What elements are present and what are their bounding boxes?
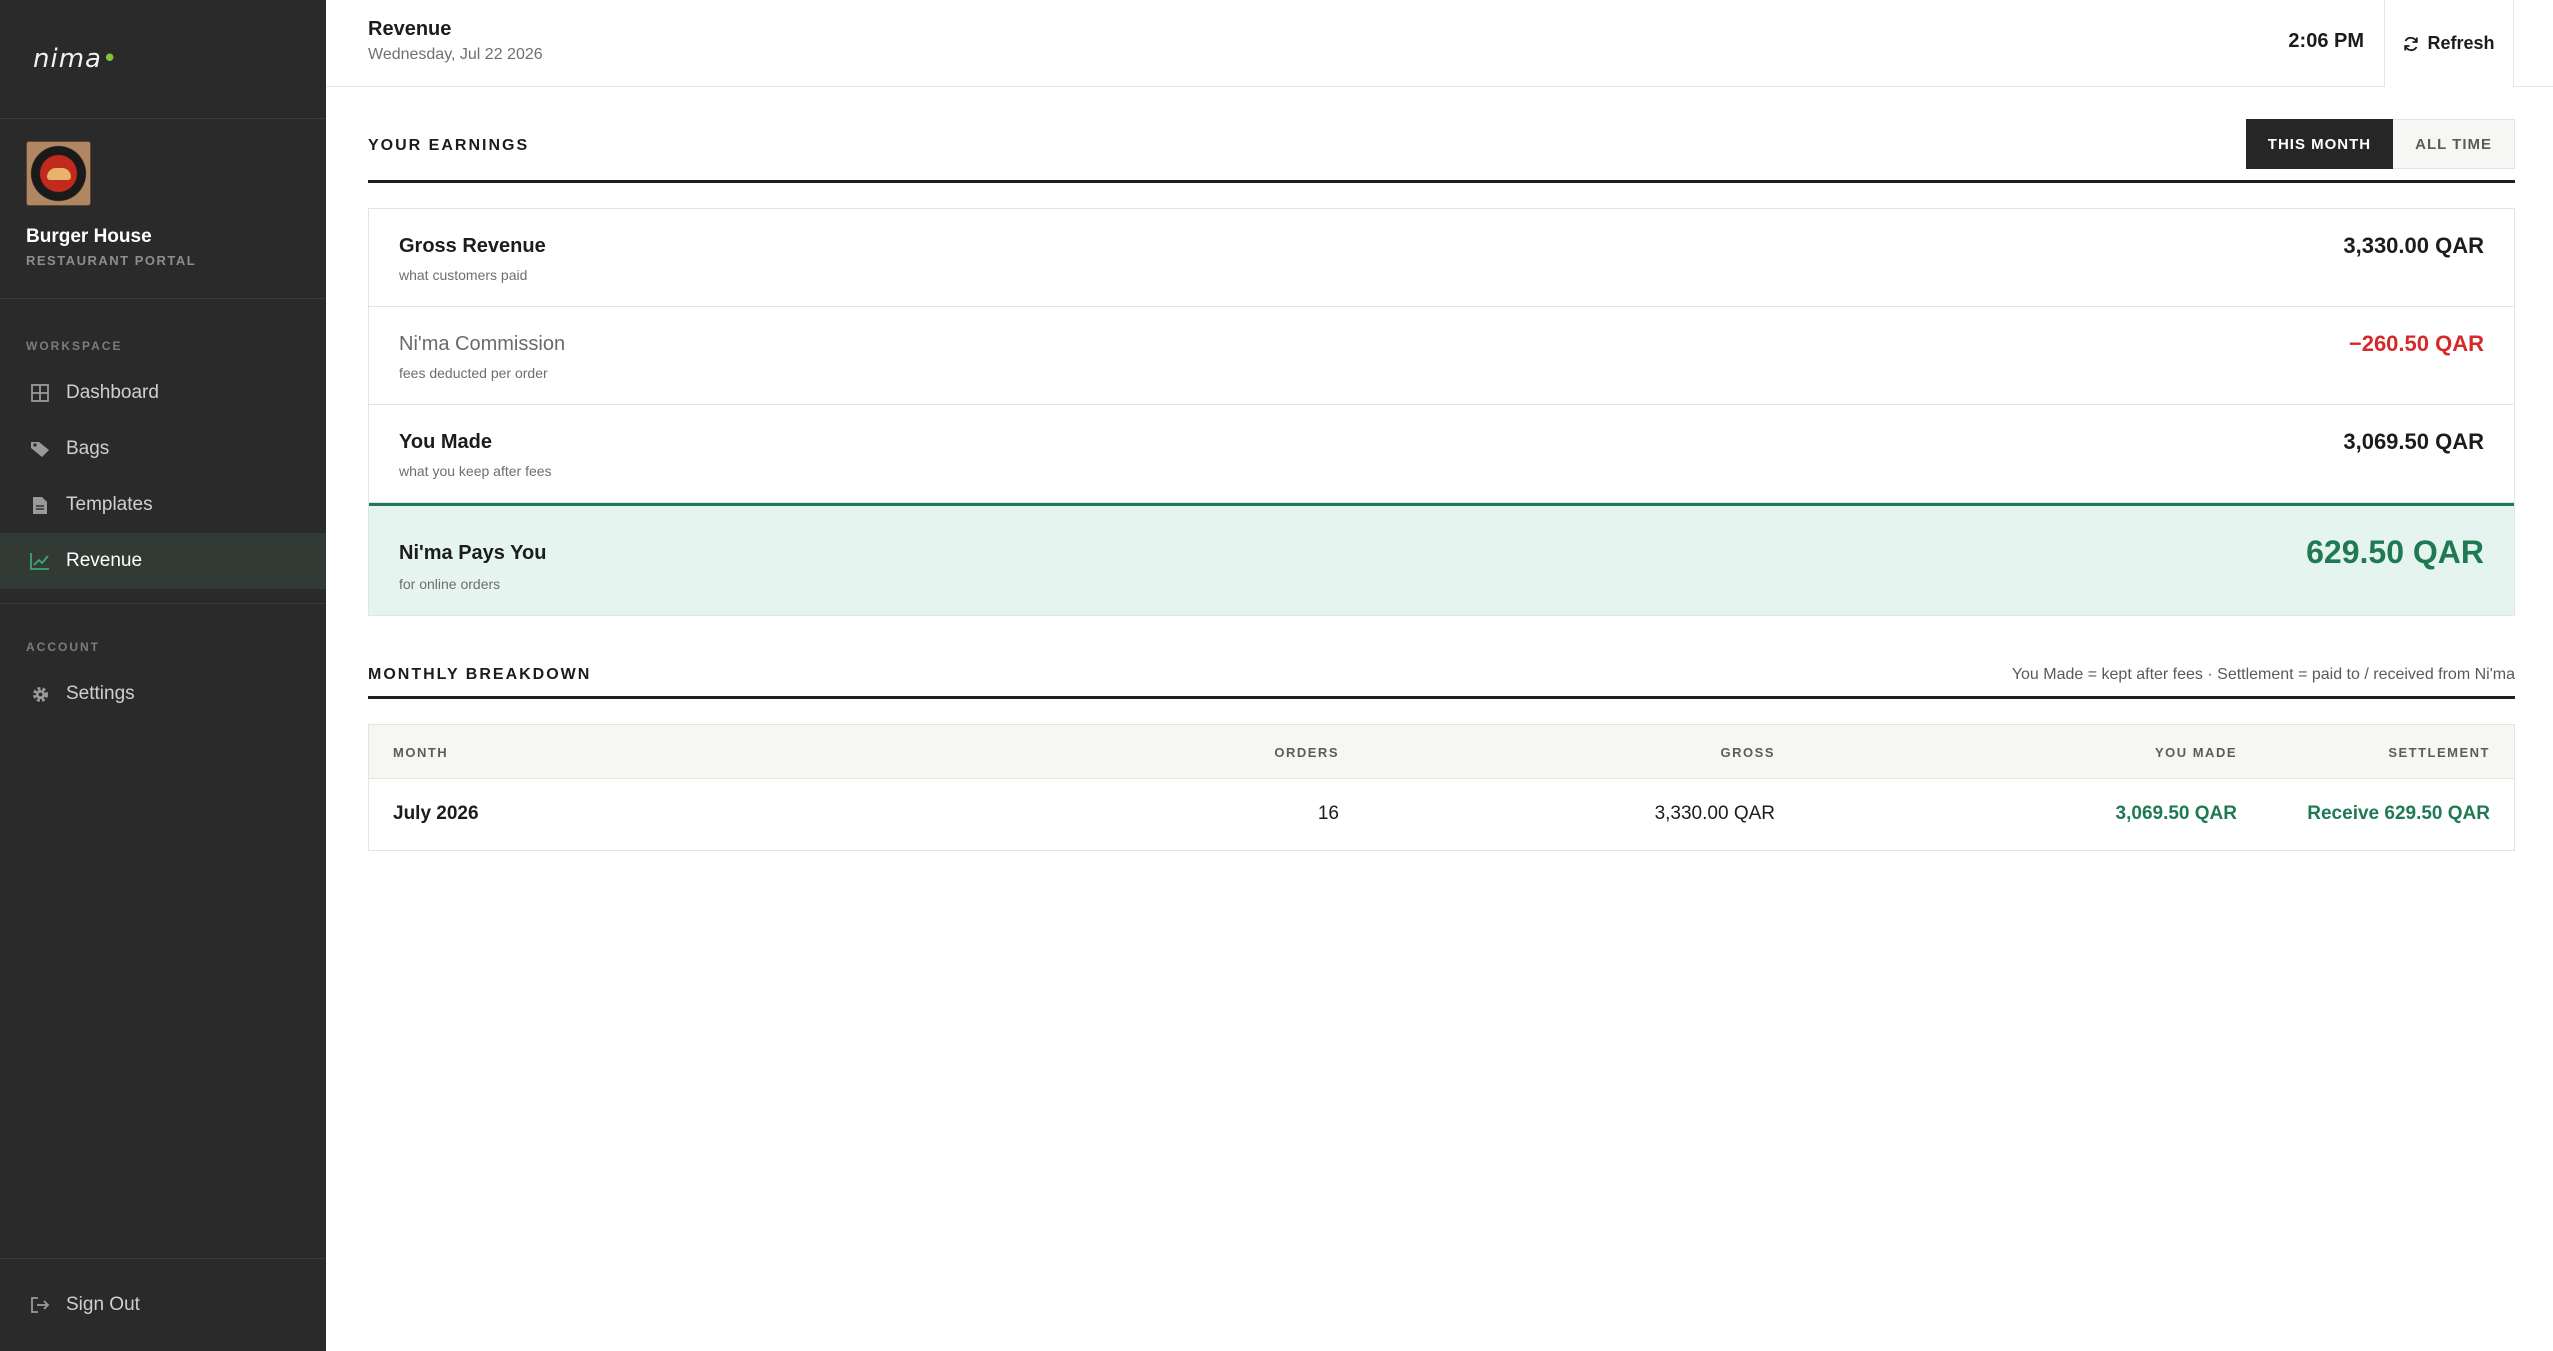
earnings-title: YOUR EARNINGS xyxy=(368,137,530,154)
cell-month: July 2026 xyxy=(393,803,479,824)
cell-you-made: 3,069.50 QAR xyxy=(2115,803,2237,824)
sign-out-button[interactable]: Sign Out xyxy=(0,1277,140,1333)
row-sublabel: what customers paid xyxy=(399,267,528,283)
sidebar-item-bags[interactable]: Bags xyxy=(0,421,326,477)
page-date: Wednesday, Jul 22 2026 xyxy=(368,46,543,63)
brand-logo[interactable]: nima• xyxy=(33,44,118,74)
column-header-orders: ORDERS xyxy=(1274,745,1339,760)
avatar xyxy=(26,141,91,206)
sign-out-label: Sign Out xyxy=(66,1294,140,1315)
cell-orders: 16 xyxy=(1317,803,1339,824)
document-icon xyxy=(30,495,50,515)
table-row: July 2026 16 3,330.00 QAR 3,069.50 QAR R… xyxy=(369,779,2514,850)
sidebar-item-label: Templates xyxy=(66,494,153,515)
page-title: Revenue xyxy=(368,18,452,40)
gross-revenue-row: Gross Revenue what customers paid 3,330.… xyxy=(369,209,2514,307)
sidebar: nima• Burger House RESTAURANT PORTAL WOR… xyxy=(0,0,326,1351)
earnings-card: Gross Revenue what customers paid 3,330.… xyxy=(368,208,2515,616)
workspace-section-label: WORKSPACE xyxy=(26,339,123,353)
sidebar-item-dashboard[interactable]: Dashboard xyxy=(0,365,326,421)
period-toggle: THIS MONTH ALL TIME xyxy=(2245,119,2515,169)
breakdown-header: MONTHLY BREAKDOWN You Made = kept after … xyxy=(368,616,2515,699)
logo-area: nima• xyxy=(0,0,326,119)
restaurant-name: Burger House xyxy=(26,226,152,247)
row-label: Ni'ma Pays You xyxy=(399,542,547,564)
refresh-button[interactable]: Refresh xyxy=(2384,0,2514,87)
row-sublabel: what you keep after fees xyxy=(399,463,552,479)
top-header: Revenue Wednesday, Jul 22 2026 2:06 PM R… xyxy=(326,0,2553,87)
sidebar-item-label: Revenue xyxy=(66,550,143,571)
this-month-tab[interactable]: THIS MONTH xyxy=(2245,119,2394,169)
sidebar-item-revenue[interactable]: Revenue xyxy=(0,533,326,589)
payout-row: Ni'ma Pays You for online orders 629.50 … xyxy=(369,503,2514,615)
cell-settlement: Receive 629.50 QAR xyxy=(2307,803,2490,824)
refresh-label: Refresh xyxy=(2427,33,2495,53)
sidebar-item-settings[interactable]: Settings xyxy=(0,666,326,722)
breakdown-title: MONTHLY BREAKDOWN xyxy=(368,666,592,683)
account-section-label: ACCOUNT xyxy=(26,640,100,654)
chart-icon xyxy=(30,551,50,571)
row-label: You Made xyxy=(399,431,492,453)
all-time-tab[interactable]: ALL TIME xyxy=(2393,119,2515,169)
current-time: 2:06 PM xyxy=(2288,30,2364,52)
commission-value: −260.50 QAR xyxy=(2348,331,2484,356)
row-label: Ni'ma Commission xyxy=(399,333,566,355)
sign-out-icon xyxy=(30,1295,50,1315)
nav-divider xyxy=(0,603,326,604)
restaurant-profile: Burger House RESTAURANT PORTAL xyxy=(0,119,326,299)
payout-value: 629.50 QAR xyxy=(2306,534,2484,570)
earnings-header: YOUR EARNINGS THIS MONTH ALL TIME xyxy=(368,87,2515,183)
portal-label: RESTAURANT PORTAL xyxy=(26,253,197,268)
sidebar-item-templates[interactable]: Templates xyxy=(0,477,326,533)
gear-icon xyxy=(30,684,50,704)
signout-area: Sign Out xyxy=(0,1258,326,1351)
sidebar-item-label: Dashboard xyxy=(66,382,159,403)
account-nav: Settings xyxy=(0,666,326,722)
you-made-value: 3,069.50 QAR xyxy=(2343,429,2484,454)
grid-icon xyxy=(30,383,50,403)
commission-row: Ni'ma Commission fees deducted per order… xyxy=(369,307,2514,405)
column-header-gross: GROSS xyxy=(1720,745,1775,760)
column-header-month: MONTH xyxy=(393,745,449,760)
sidebar-item-label: Bags xyxy=(66,438,110,459)
tag-icon xyxy=(30,439,50,459)
cell-gross: 3,330.00 QAR xyxy=(1654,803,1775,824)
row-sublabel: for online orders xyxy=(399,576,501,592)
breakdown-note: You Made = kept after fees · Settlement … xyxy=(2011,666,2515,683)
table-header: MONTH ORDERS GROSS YOU MADE SETTLEMENT xyxy=(369,725,2514,779)
sidebar-item-label: Settings xyxy=(66,683,135,704)
column-header-you-made: YOU MADE xyxy=(2154,745,2237,760)
row-sublabel: fees deducted per order xyxy=(399,365,548,381)
logo-leaf-icon: • xyxy=(101,44,119,74)
refresh-icon xyxy=(2404,36,2419,51)
gross-revenue-value: 3,330.00 QAR xyxy=(2343,233,2484,258)
main-content: YOUR EARNINGS THIS MONTH ALL TIME Gross … xyxy=(368,87,2515,851)
workspace-nav: Dashboard Bags Templates Revenue xyxy=(0,365,326,589)
breakdown-table: MONTH ORDERS GROSS YOU MADE SETTLEMENT J… xyxy=(368,724,2515,851)
you-made-row: You Made what you keep after fees 3,069.… xyxy=(369,405,2514,503)
column-header-settlement: SETTLEMENT xyxy=(2388,745,2490,760)
row-label: Gross Revenue xyxy=(399,235,546,257)
